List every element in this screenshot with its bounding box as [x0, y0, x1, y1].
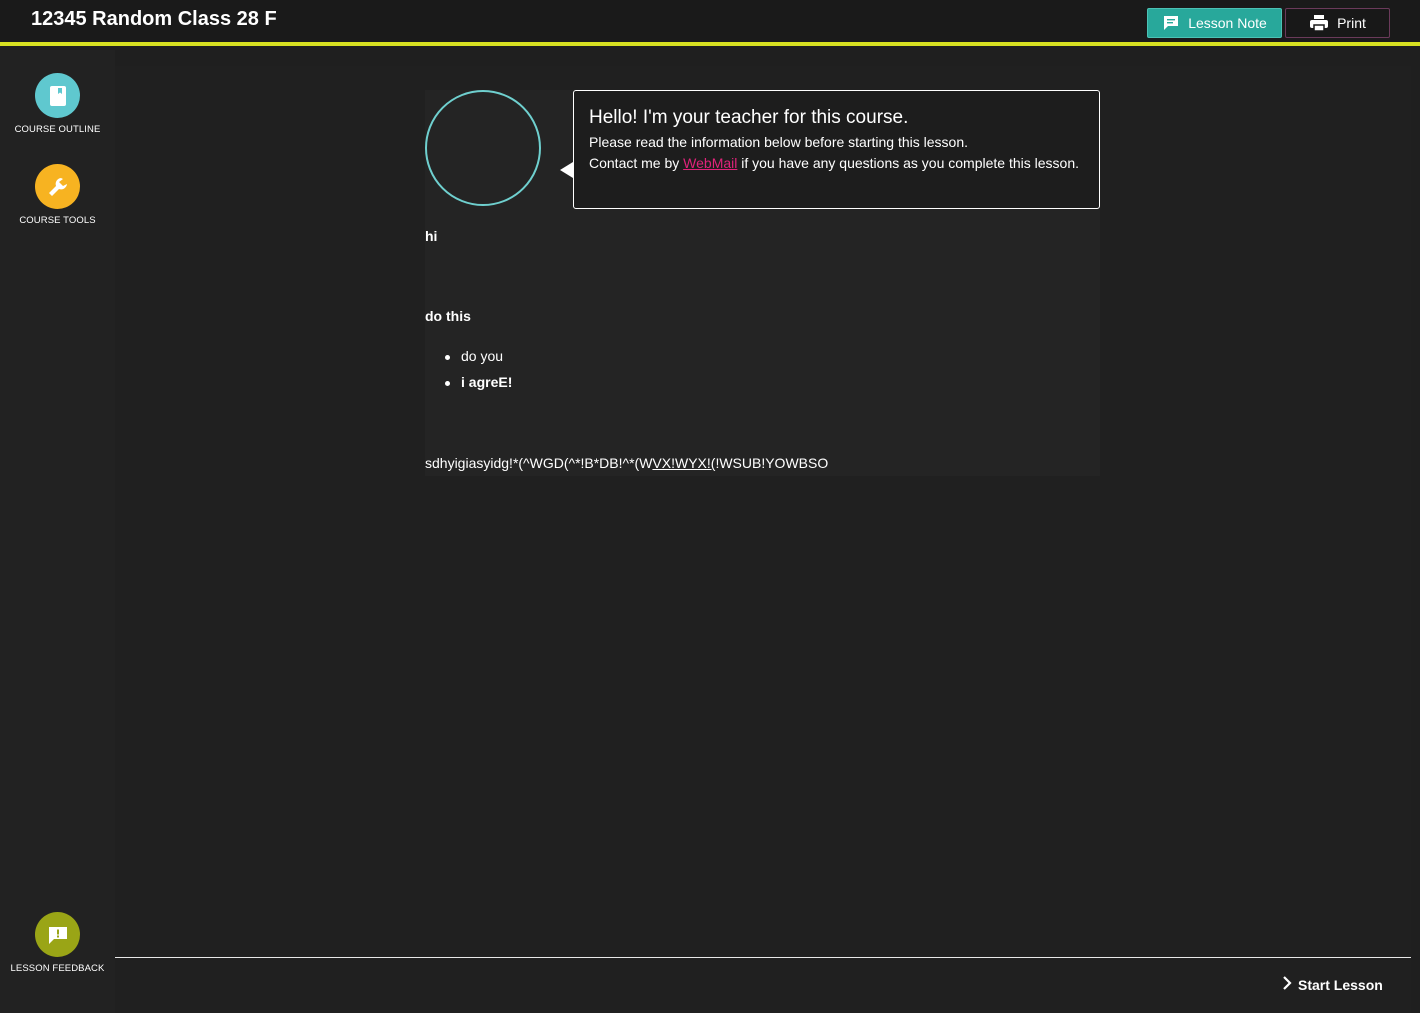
lesson-main-panel: Hello! I'm your teacher for this course.… [115, 66, 1411, 1013]
sidebar-item-label: LESSON FEEDBACK [10, 963, 105, 974]
chevron-right-icon [1282, 976, 1292, 993]
teacher-speech-bubble: Hello! I'm your teacher for this course.… [573, 90, 1100, 209]
start-lesson-label: Start Lesson [1298, 976, 1383, 993]
list-item: do you [445, 348, 512, 374]
sidebar-item-label: COURSE OUTLINE [14, 124, 101, 135]
teacher-contact: Contact me by WebMail if you have any qu… [589, 155, 1084, 171]
speech-bubble-pointer [560, 162, 573, 178]
long-text-part: sdhyigiasyidg!*(^WGD(^*!B*DB!^*(W [425, 455, 653, 471]
lesson-bullet-list: do you i agreE! [445, 348, 512, 400]
sidebar-item-course-outline[interactable]: COURSE OUTLINE [0, 73, 115, 135]
note-icon [1162, 15, 1180, 31]
teacher-avatar [425, 90, 541, 206]
long-text-part: !WSUB!YOWBSO [715, 455, 829, 471]
sidebar-item-label: COURSE TOOLS [19, 215, 96, 226]
wrench-icon [35, 164, 80, 209]
contact-prefix: Contact me by [589, 155, 684, 171]
print-button[interactable]: Print [1285, 8, 1390, 38]
start-lesson-button[interactable]: Start Lesson [1282, 976, 1383, 993]
lesson-note-label: Lesson Note [1188, 15, 1267, 31]
course-title: 12345 Random Class 28 F [31, 8, 277, 30]
teacher-greeting: Hello! I'm your teacher for this course. [589, 107, 909, 128]
book-icon [35, 73, 80, 118]
lesson-note-button[interactable]: Lesson Note [1147, 8, 1282, 38]
print-label: Print [1337, 15, 1366, 31]
list-item: i agreE! [445, 374, 512, 400]
printer-icon [1309, 14, 1329, 32]
long-text-underlined: VX!WYX!( [652, 455, 716, 471]
sidebar-item-lesson-feedback[interactable]: LESSON FEEDBACK [0, 912, 115, 974]
teacher-instruction: Please read the information below before… [589, 134, 968, 150]
lesson-content: Hello! I'm your teacher for this course.… [425, 90, 1100, 476]
webmail-link[interactable]: WebMail [683, 155, 737, 171]
sidebar: COURSE OUTLINE COURSE TOOLS LESSON FEEDB… [0, 50, 115, 1013]
contact-suffix: if you have any questions as you complet… [737, 155, 1079, 171]
lesson-long-text: sdhyigiasyidg!*(^WGD(^*!B*DB!^*(WVX!WYX!… [425, 455, 828, 471]
sidebar-item-course-tools[interactable]: COURSE TOOLS [0, 164, 115, 226]
top-bar: 12345 Random Class 28 F Lesson Note Prin… [0, 0, 1420, 46]
lesson-text-hi: hi [425, 228, 438, 244]
footer-divider [115, 957, 1411, 958]
feedback-icon [35, 912, 80, 957]
lesson-heading: do this [425, 308, 471, 324]
